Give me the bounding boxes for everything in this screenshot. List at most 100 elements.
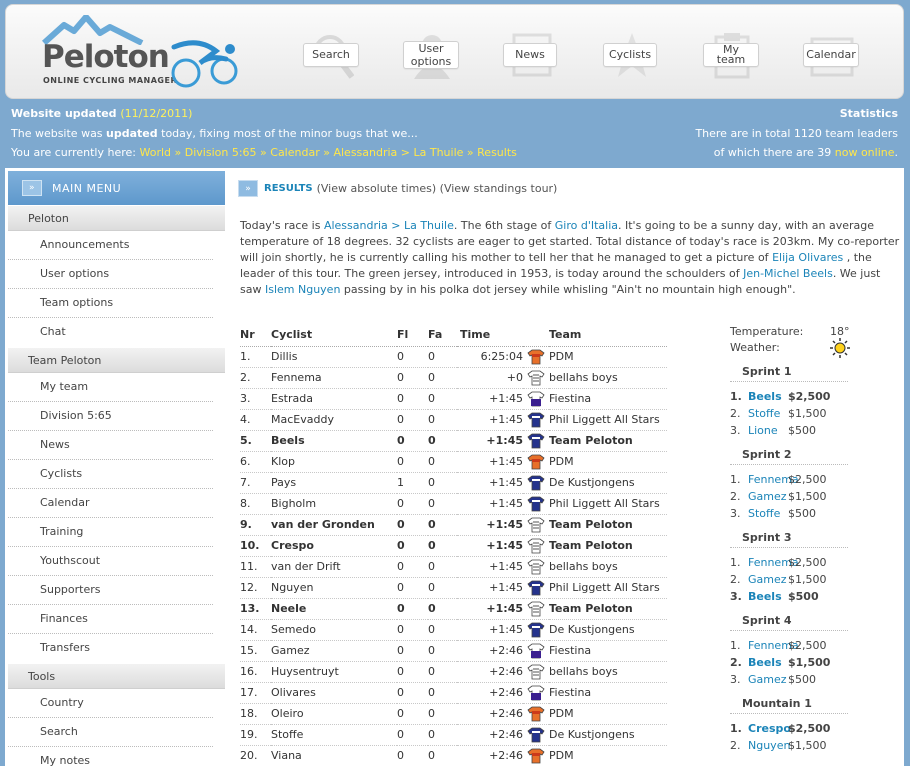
- table-row[interactable]: 1. Dillis 0 0 6:25:04 PDM: [240, 346, 667, 368]
- sprint-cyclist-link[interactable]: Gamez: [748, 571, 788, 588]
- table-row[interactable]: 11. van der Drift 0 0 +1:45 bellahs boys: [240, 556, 667, 578]
- cyclist-cell[interactable]: Bigholm: [271, 493, 397, 515]
- nav-search-button[interactable]: Search: [303, 43, 359, 67]
- column-header[interactable]: Fa: [428, 324, 457, 347]
- breadcrumb-race[interactable]: Alessandria > La Thuile: [333, 146, 463, 159]
- table-row[interactable]: 2. Fennema 0 0 +0 bellahs boys: [240, 367, 667, 389]
- sprint-cyclist-link[interactable]: Stoffe: [748, 405, 788, 422]
- sprint-cyclist-link[interactable]: Beels: [748, 654, 788, 671]
- team-cell[interactable]: Team Peloton: [549, 598, 667, 620]
- sidebar-item-my-notes[interactable]: My notes: [8, 747, 213, 766]
- cyclist-cell[interactable]: Huysentruyt: [271, 661, 397, 683]
- table-row[interactable]: 18. Oleiro 0 0 +2:46 PDM: [240, 703, 667, 725]
- team-cell[interactable]: PDM: [549, 703, 667, 725]
- sidebar-item-cyclists[interactable]: Cyclists: [8, 460, 213, 489]
- sprint-cyclist-link[interactable]: Crespo: [748, 720, 791, 737]
- table-row[interactable]: 4. MacEvaddy 0 0 +1:45 Phil Liggett All Stars: [240, 409, 667, 431]
- table-row[interactable]: 20. Viana 0 0 +2:46 PDM: [240, 745, 667, 766]
- cyclist-cell[interactable]: Fennema: [271, 367, 397, 389]
- table-row[interactable]: 9. van der Gronden 0 0 +1:45 Team Peloton: [240, 514, 667, 536]
- cyclist-cell[interactable]: Semedo: [271, 619, 397, 641]
- sidebar-item-supporters[interactable]: Supporters: [8, 576, 213, 605]
- team-cell[interactable]: PDM: [549, 745, 667, 766]
- sidebar-item-user-options[interactable]: User options: [8, 260, 213, 289]
- sidebar-item-my-team[interactable]: My team: [8, 373, 213, 402]
- column-header[interactable]: Cyclist: [271, 324, 397, 347]
- sidebar-item-finances[interactable]: Finances: [8, 605, 213, 634]
- sprint-cyclist-link[interactable]: Gamez: [748, 671, 788, 688]
- column-header[interactable]: Time: [457, 324, 523, 347]
- table-row[interactable]: 17. Olivares 0 0 +2:46 Fiestina: [240, 682, 667, 704]
- column-header[interactable]: Team: [549, 324, 667, 347]
- team-cell[interactable]: bellahs boys: [549, 367, 667, 389]
- tour-link[interactable]: Giro d'Italia: [555, 219, 618, 232]
- team-cell[interactable]: Team Peloton: [549, 514, 667, 536]
- table-row[interactable]: 3. Estrada 0 0 +1:45 Fiestina: [240, 388, 667, 410]
- breadcrumb-results[interactable]: Results: [477, 146, 517, 159]
- sidebar-item-chat[interactable]: Chat: [8, 318, 213, 347]
- breadcrumb-world[interactable]: World: [139, 146, 171, 159]
- cyclist-cell[interactable]: Nguyen: [271, 577, 397, 599]
- team-cell[interactable]: PDM: [549, 346, 667, 368]
- cyclist-cell[interactable]: Klop: [271, 451, 397, 473]
- sidebar-item-announcements[interactable]: Announcements: [8, 231, 213, 260]
- sprint-cyclist-link[interactable]: Lione: [748, 422, 788, 439]
- cyclist-link[interactable]: Islem Nguyen: [265, 283, 340, 296]
- nav-user-options-button[interactable]: User options: [403, 41, 459, 69]
- cyclist-cell[interactable]: MacEvaddy: [271, 409, 397, 431]
- sidebar-item-training[interactable]: Training: [8, 518, 213, 547]
- peloton-logo[interactable]: Peloton ONLINE CYCLING MANAGER: [42, 15, 242, 95]
- team-cell[interactable]: bellahs boys: [549, 661, 667, 683]
- view-standings-tour-link[interactable]: (View standings tour): [440, 182, 558, 195]
- cyclist-cell[interactable]: Beels: [271, 430, 397, 452]
- nav-news-button[interactable]: News: [503, 43, 557, 67]
- team-cell[interactable]: De Kustjongens: [549, 472, 667, 494]
- race-link[interactable]: Alessandria > La Thuile: [324, 219, 454, 232]
- sidebar-item-division[interactable]: Division 5:65: [8, 402, 213, 431]
- cyclist-cell[interactable]: van der Drift: [271, 556, 397, 578]
- breadcrumb-division[interactable]: Division 5:65: [185, 146, 257, 159]
- team-cell[interactable]: Fiestina: [549, 640, 667, 662]
- cyclist-cell[interactable]: Gamez: [271, 640, 397, 662]
- sidebar-item-youthscout[interactable]: Youthscout: [8, 547, 213, 576]
- sprint-cyclist-link[interactable]: Stoffe: [748, 505, 788, 522]
- nav-calendar-button[interactable]: Calendar: [803, 43, 859, 67]
- sidebar-section-tools[interactable]: Tools: [8, 664, 225, 689]
- sprint-cyclist-link[interactable]: Beels: [748, 588, 788, 605]
- sprint-cyclist-link[interactable]: Beels: [748, 388, 788, 405]
- sprint-cyclist-link[interactable]: Fennema: [748, 471, 799, 488]
- column-header[interactable]: Nr: [240, 324, 271, 347]
- sprint-cyclist-link[interactable]: Gamez: [748, 488, 788, 505]
- table-row[interactable]: 13. Neele 0 0 +1:45 Team Peloton: [240, 598, 667, 620]
- team-cell[interactable]: Phil Liggett All Stars: [549, 577, 667, 599]
- cyclist-cell[interactable]: Viana: [271, 745, 397, 766]
- table-row[interactable]: 10. Crespo 0 0 +1:45 Team Peloton: [240, 535, 667, 557]
- team-cell[interactable]: Fiestina: [549, 388, 667, 410]
- sidebar-item-search[interactable]: Search: [8, 718, 213, 747]
- team-cell[interactable]: Team Peloton: [549, 430, 667, 452]
- cyclist-cell[interactable]: Dillis: [271, 346, 397, 368]
- sidebar-section-peloton[interactable]: Peloton: [8, 206, 225, 231]
- team-cell[interactable]: De Kustjongens: [549, 724, 667, 746]
- sprint-cyclist-link[interactable]: Nguyen: [748, 737, 790, 754]
- sidebar-item-news[interactable]: News: [8, 431, 213, 460]
- team-cell[interactable]: Phil Liggett All Stars: [549, 409, 667, 431]
- sprint-cyclist-link[interactable]: Fennema: [748, 554, 799, 571]
- cyclist-cell[interactable]: Estrada: [271, 388, 397, 410]
- table-row[interactable]: 5. Beels 0 0 +1:45 Team Peloton: [240, 430, 667, 452]
- table-row[interactable]: 15. Gamez 0 0 +2:46 Fiestina: [240, 640, 667, 662]
- team-cell[interactable]: Team Peloton: [549, 535, 667, 557]
- view-absolute-times-link[interactable]: (View absolute times): [317, 182, 437, 195]
- cyclist-link[interactable]: Jen-Michel Beels: [743, 267, 833, 280]
- cyclist-cell[interactable]: van der Gronden: [271, 514, 397, 536]
- table-row[interactable]: 19. Stoffe 0 0 +2:46 De Kustjongens: [240, 724, 667, 746]
- team-cell[interactable]: bellahs boys: [549, 556, 667, 578]
- table-row[interactable]: 6. Klop 0 0 +1:45 PDM: [240, 451, 667, 473]
- table-row[interactable]: 12. Nguyen 0 0 +1:45 Phil Liggett All Stars: [240, 577, 667, 599]
- cyclist-cell[interactable]: Stoffe: [271, 724, 397, 746]
- table-row[interactable]: 7. Pays 1 0 +1:45 De Kustjongens: [240, 472, 667, 494]
- table-row[interactable]: 16. Huysentruyt 0 0 +2:46 bellahs boys: [240, 661, 667, 683]
- table-row[interactable]: 8. Bigholm 0 0 +1:45 Phil Liggett All Stars: [240, 493, 667, 515]
- team-cell[interactable]: Phil Liggett All Stars: [549, 493, 667, 515]
- sidebar-item-team-options[interactable]: Team options: [8, 289, 213, 318]
